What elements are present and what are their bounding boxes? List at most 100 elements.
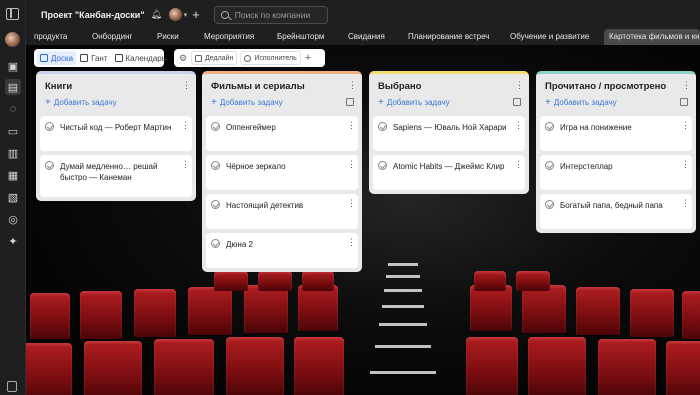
gear-icon[interactable]: ⚙ <box>177 51 189 65</box>
check-circle-icon[interactable] <box>211 161 220 170</box>
add-member-button[interactable]: + <box>192 8 200 21</box>
add-task-button[interactable]: + Добавить задачу <box>378 97 450 108</box>
search-input[interactable] <box>234 9 325 20</box>
project-tabs: продукта Онбординг Риски Мероприятия Бре… <box>26 29 700 45</box>
tab-dates[interactable]: Свидания <box>348 29 385 45</box>
tab-meeting-planning[interactable]: Планирование встреч <box>408 29 489 45</box>
rail-item-messages[interactable]: ▭ <box>5 123 21 139</box>
card-menu-icon[interactable]: ⋮ <box>681 121 690 130</box>
check-circle-icon[interactable] <box>545 122 554 131</box>
card-menu-icon[interactable]: ⋮ <box>181 160 190 169</box>
chevron-down-icon[interactable]: ▾ <box>184 11 188 19</box>
collapse-icon[interactable] <box>513 98 521 106</box>
view-board-tab[interactable]: Доска <box>37 51 77 65</box>
check-circle-icon[interactable] <box>45 122 54 131</box>
add-task-button[interactable]: + Добавить задачу <box>545 97 617 108</box>
card-menu-icon[interactable]: ⋮ <box>514 160 523 169</box>
task-card[interactable]: Sapiens — Юваль Ной Харари ⋮ <box>373 116 525 151</box>
check-circle-icon[interactable] <box>211 239 220 248</box>
task-card[interactable]: Дюна 2 ⋮ <box>206 233 358 268</box>
deadline-filter-label: Дедлайн <box>205 54 234 62</box>
card-menu-icon[interactable]: ⋮ <box>347 121 356 130</box>
card-menu-icon[interactable]: ⋮ <box>181 121 190 130</box>
rail-item-knowledge[interactable]: ▧ <box>5 189 21 205</box>
project-title[interactable]: Проект "Канбан-доски" <box>41 10 145 20</box>
view-switcher: Доска Гант Календарь <box>34 49 166 67</box>
check-circle-icon[interactable] <box>378 122 387 131</box>
user-avatar[interactable] <box>5 32 20 47</box>
card-menu-icon[interactable]: ⋮ <box>347 160 356 169</box>
card-menu-icon[interactable]: ⋮ <box>681 199 690 208</box>
left-rail: ▣ ▤ ◌ ▭ ▥ ▦ ▧ ◎ ✦ <box>0 0 26 395</box>
collapse-icon[interactable] <box>680 98 688 106</box>
task-card[interactable]: Настоящий детектив ⋮ <box>206 194 358 229</box>
column-menu-icon[interactable]: ⋮ <box>515 81 524 90</box>
column-films: Фильмы и сериалы ⋮ + Добавить задачу Оппе… <box>202 71 362 272</box>
column-menu-icon[interactable]: ⋮ <box>682 81 691 90</box>
task-title: Интерстеллар <box>560 162 613 171</box>
task-card[interactable]: Atomic Habits — Джеймс Клир ⋮ <box>373 155 525 190</box>
task-card[interactable]: Богатый папа, бедный папа ⋮ <box>540 194 692 229</box>
card-menu-icon[interactable]: ⋮ <box>347 238 356 247</box>
top-bar: Проект "Канбан-доски" 🔔︎ ▾ + <box>26 0 700 29</box>
filter-bar: ⚙ Дедлайн Исполнитель + <box>174 49 325 67</box>
task-card[interactable]: Игра на понижение ⋮ <box>540 116 692 151</box>
tab-brainstorm[interactable]: Брейншторм <box>277 29 324 45</box>
rail-item-files[interactable]: ▥ <box>5 145 21 161</box>
task-title: Чёрное зеркало <box>226 162 286 171</box>
task-card[interactable]: Интерстеллар ⋮ <box>540 155 692 190</box>
rail-item-chat[interactable]: ◌ <box>5 101 21 117</box>
bell-icon[interactable]: 🔔︎ <box>151 10 162 19</box>
tab-risks[interactable]: Риски <box>157 29 179 45</box>
tab-learning[interactable]: Обучение и развитие <box>510 29 589 45</box>
card-menu-icon[interactable]: ⋮ <box>347 199 356 208</box>
user-icon <box>244 54 252 62</box>
card-menu-icon[interactable]: ⋮ <box>514 121 523 130</box>
tab-product[interactable]: продукта <box>34 29 67 45</box>
members-avatar[interactable] <box>168 8 182 21</box>
add-filter-button[interactable]: + <box>305 52 311 64</box>
task-title: Оппенгеймер <box>226 123 276 132</box>
check-circle-icon[interactable] <box>545 161 554 170</box>
search-icon <box>220 10 229 19</box>
tab-events[interactable]: Мероприятия <box>204 29 254 45</box>
check-circle-icon[interactable] <box>45 161 54 170</box>
column-menu-icon[interactable]: ⋮ <box>348 81 357 90</box>
calendar-small-icon <box>195 54 202 62</box>
assignee-filter[interactable]: Исполнитель <box>240 51 301 65</box>
check-circle-icon[interactable] <box>211 200 220 209</box>
collapse-icon[interactable] <box>346 98 354 106</box>
task-card[interactable]: Думай медленно… решай быстро — Канеман ⋮ <box>40 155 192 197</box>
task-card[interactable]: Оппенгеймер ⋮ <box>206 116 358 151</box>
rail-item-help[interactable]: ◎ <box>5 211 21 227</box>
view-calendar-tab[interactable]: Календарь <box>112 51 169 65</box>
task-card[interactable]: Чёрное зеркало ⋮ <box>206 155 358 190</box>
help-icon: ◎ <box>8 213 18 226</box>
settings-icon[interactable] <box>7 381 17 392</box>
task-title: Atomic Habits — Джеймс Клир <box>393 162 505 171</box>
rail-item-tasks[interactable]: ▣ <box>5 58 21 74</box>
calendar-icon: ▦ <box>7 169 19 182</box>
sidebar-toggle-icon[interactable] <box>6 8 19 20</box>
column-menu-icon[interactable]: ⋮ <box>182 81 191 90</box>
checklist-icon: ▣ <box>7 60 19 73</box>
card-menu-icon[interactable]: ⋮ <box>681 160 690 169</box>
search-box[interactable] <box>213 5 328 24</box>
tab-films-books[interactable]: Картотека фильмов и кни <box>604 29 700 45</box>
tab-onboarding[interactable]: Онбординг <box>92 29 132 45</box>
rail-item-projects[interactable]: ▤ <box>5 79 21 95</box>
rail-item-ai[interactable]: ✦ <box>5 233 21 249</box>
check-circle-icon[interactable] <box>211 122 220 131</box>
task-title: Игра на понижение <box>560 123 632 132</box>
book-icon: ▧ <box>7 191 19 204</box>
add-task-button[interactable]: + Добавить задачу <box>45 97 117 108</box>
task-card[interactable]: Чистый код — Роберт Мартин ⋮ <box>40 116 192 151</box>
check-circle-icon[interactable] <box>378 161 387 170</box>
rail-item-calendar[interactable]: ▦ <box>5 167 21 183</box>
view-gantt-tab[interactable]: Гант <box>77 51 110 65</box>
task-title: Думай медленно… решай быстро — Канеман <box>60 162 158 182</box>
deadline-filter[interactable]: Дедлайн <box>191 51 238 65</box>
board-icon <box>40 54 48 62</box>
check-circle-icon[interactable] <box>545 200 554 209</box>
add-task-button[interactable]: + Добавить задачу <box>211 97 283 108</box>
